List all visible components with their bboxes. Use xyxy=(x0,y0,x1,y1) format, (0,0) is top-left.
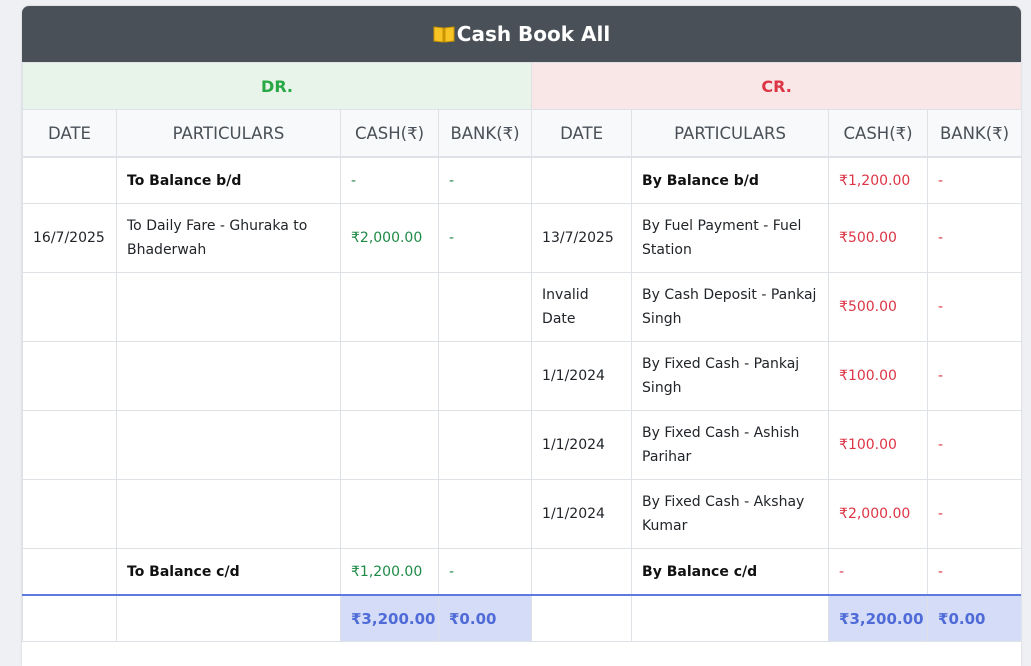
cr-date: 1/1/2024 xyxy=(531,341,633,411)
dr-date xyxy=(22,548,117,596)
cr-bank: - xyxy=(927,272,1021,342)
dr-bank: - xyxy=(437,156,533,204)
cr-date: 13/7/2025 xyxy=(531,203,633,273)
cr-bank-total: ₹0.00 xyxy=(927,594,1021,642)
dr-total-particulars xyxy=(116,594,341,642)
table-row: To Balance b/d - - By Balance b/d ₹1,200… xyxy=(22,156,1021,204)
cr-bank: - xyxy=(927,341,1021,411)
cr-cash: ₹1,200.00 xyxy=(828,156,929,204)
dr-cash xyxy=(340,341,439,411)
dr-date-header: DATE xyxy=(22,109,117,158)
cr-date: 1/1/2024 xyxy=(531,410,633,480)
dr-particulars-header: PARTICULARS xyxy=(116,109,341,158)
cr-cash: ₹2,000.00 xyxy=(828,479,929,549)
dr-particulars: To Daily Fare - Ghuraka to Bhaderwah xyxy=(116,203,341,273)
cr-bank-header: BANK(₹) xyxy=(927,109,1021,158)
dr-cash xyxy=(340,479,439,549)
cr-bank: - xyxy=(927,479,1021,549)
cr-date xyxy=(531,156,633,204)
cr-cash: ₹100.00 xyxy=(828,410,929,480)
table-row: Invalid Date By Cash Deposit - Pankaj Si… xyxy=(22,272,1021,342)
cr-date xyxy=(531,548,633,596)
totals-row: ₹3,200.00 ₹0.00 ₹3,200.00 ₹0.00 xyxy=(22,594,1021,642)
dr-cash xyxy=(340,410,439,480)
cr-cash: ₹500.00 xyxy=(828,272,929,342)
dr-bank-total: ₹0.00 xyxy=(437,594,533,642)
table-row: 1/1/2024 By Fixed Cash - Ashish Parihar … xyxy=(22,410,1021,480)
dr-bank xyxy=(437,341,533,411)
cr-total-date xyxy=(531,594,633,642)
table-row: 16/7/2025 To Daily Fare - Ghuraka to Bha… xyxy=(22,203,1021,273)
cr-cash: ₹100.00 xyxy=(828,341,929,411)
dr-particulars xyxy=(116,272,341,342)
dr-particulars xyxy=(116,479,341,549)
cr-particulars: By Balance c/d xyxy=(631,548,830,596)
cr-particulars: By Fixed Cash - Pankaj Singh xyxy=(631,341,830,411)
dr-date xyxy=(22,272,117,342)
dr-cash-header: CASH(₹) xyxy=(340,109,439,158)
cr-particulars: By Fixed Cash - Ashish Parihar xyxy=(631,410,830,480)
page-title: Cash Book All xyxy=(456,22,611,46)
dr-cash: ₹1,200.00 xyxy=(340,548,439,596)
cr-cash-total: ₹3,200.00 xyxy=(828,594,929,642)
cr-bank: - xyxy=(927,410,1021,480)
cr-particulars-header: PARTICULARS xyxy=(631,109,830,158)
credit-side-label: CR. xyxy=(531,62,1021,110)
cr-date-header: DATE xyxy=(531,109,633,158)
cr-cash: ₹500.00 xyxy=(828,203,929,273)
dr-date xyxy=(22,410,117,480)
dr-cash: - xyxy=(340,156,439,204)
card-header: Cash Book All xyxy=(22,6,1021,62)
cash-book-table: DR. CR. DATE PARTICULARS CASH(₹) BANK(₹)… xyxy=(22,62,1021,642)
cr-cash-header: CASH(₹) xyxy=(828,109,929,158)
dr-particulars: To Balance b/d xyxy=(116,156,341,204)
dr-date xyxy=(22,479,117,549)
dr-cash xyxy=(340,272,439,342)
dr-date xyxy=(22,156,117,204)
cr-bank: - xyxy=(927,156,1021,204)
column-header-row: DATE PARTICULARS CASH(₹) BANK(₹) DATE PA… xyxy=(22,109,1021,158)
cash-book-card: Cash Book All DR. CR. DATE PARTICULARS C… xyxy=(22,6,1021,666)
table-row: 1/1/2024 By Fixed Cash - Akshay Kumar ₹2… xyxy=(22,479,1021,549)
dr-bank-header: BANK(₹) xyxy=(437,109,533,158)
dr-bank xyxy=(437,479,533,549)
dr-date: 16/7/2025 xyxy=(22,203,117,273)
dr-cash: ₹2,000.00 xyxy=(340,203,439,273)
cr-bank: - xyxy=(927,203,1021,273)
cr-particulars: By Cash Deposit - Pankaj Singh xyxy=(631,272,830,342)
table-row: To Balance c/d ₹1,200.00 - By Balance c/… xyxy=(22,548,1021,596)
cr-bank: - xyxy=(927,548,1021,596)
open-book-icon xyxy=(433,25,455,43)
cr-total-particulars xyxy=(631,594,830,642)
dr-cash-total: ₹3,200.00 xyxy=(340,594,439,642)
dr-bank: - xyxy=(437,203,533,273)
cr-date: Invalid Date xyxy=(531,272,633,342)
dr-total-date xyxy=(22,594,117,642)
dr-bank xyxy=(437,410,533,480)
dr-date xyxy=(22,341,117,411)
dr-bank: - xyxy=(437,548,533,596)
dr-bank xyxy=(437,272,533,342)
cr-date: 1/1/2024 xyxy=(531,479,633,549)
cr-particulars: By Fuel Payment - Fuel Station xyxy=(631,203,830,273)
dr-particulars: To Balance c/d xyxy=(116,548,341,596)
cr-cash: - xyxy=(828,548,929,596)
dr-particulars xyxy=(116,410,341,480)
cr-particulars: By Balance b/d xyxy=(631,156,830,204)
dr-particulars xyxy=(116,341,341,411)
side-header-row: DR. CR. xyxy=(22,62,1021,110)
debit-side-label: DR. xyxy=(22,62,533,110)
cr-particulars: By Fixed Cash - Akshay Kumar xyxy=(631,479,830,549)
table-row: 1/1/2024 By Fixed Cash - Pankaj Singh ₹1… xyxy=(22,341,1021,411)
